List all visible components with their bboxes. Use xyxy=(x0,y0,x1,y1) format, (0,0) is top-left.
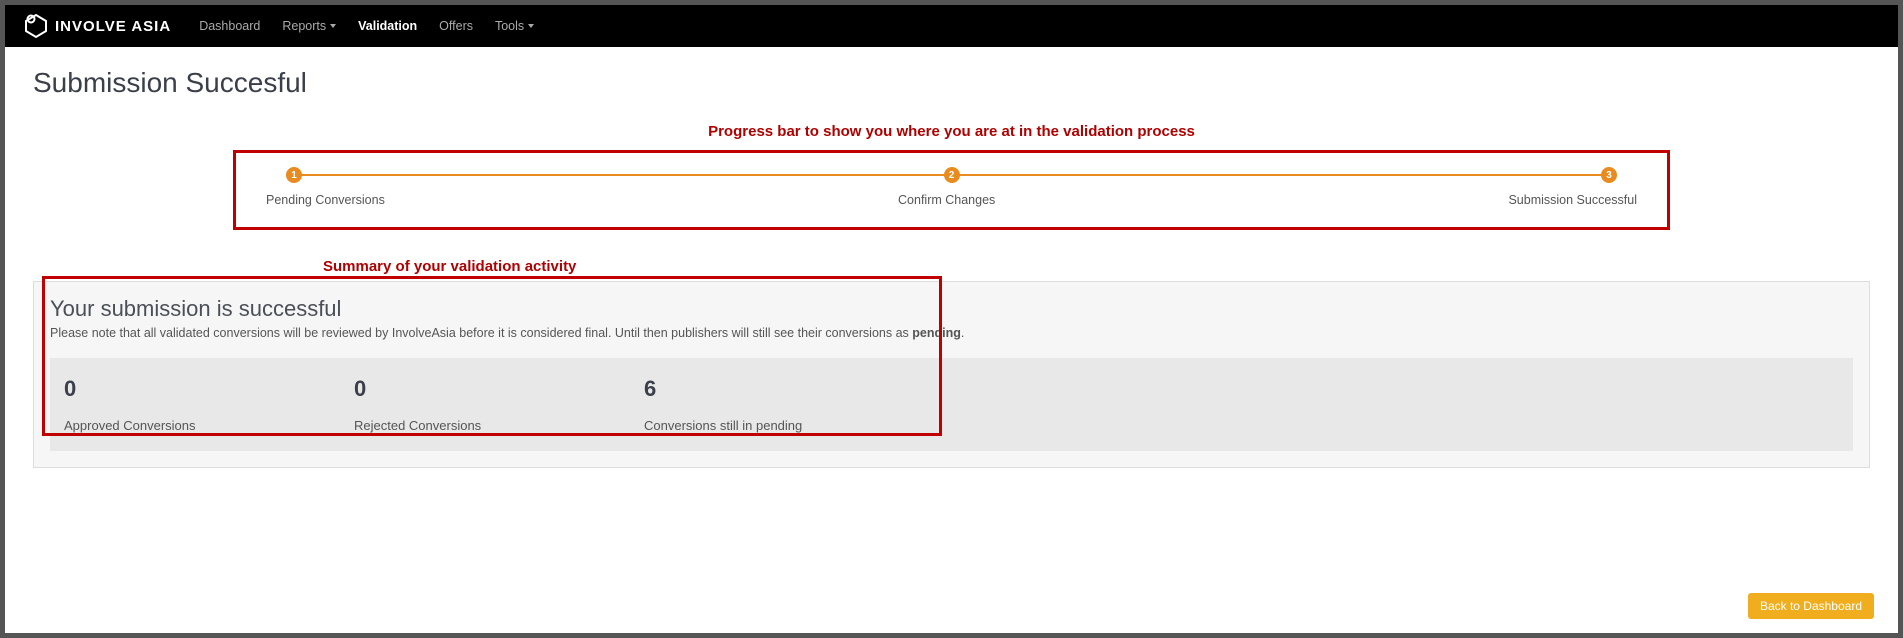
brand-logo[interactable]: INVOLVE ASIA xyxy=(23,13,171,39)
summary-panel: Your submission is successful Please not… xyxy=(33,281,1870,468)
stat-approved: 0 Approved Conversions xyxy=(64,376,354,433)
stat-rejected: 0 Rejected Conversions xyxy=(354,376,644,433)
stat-label: Approved Conversions xyxy=(64,418,354,433)
nav-offers[interactable]: Offers xyxy=(439,19,473,33)
summary-title: Your submission is successful xyxy=(50,296,1853,322)
nav-label: Reports xyxy=(282,19,326,33)
summary-note-text: Please note that all validated conversio… xyxy=(50,326,912,340)
page-title: Submission Succesful xyxy=(33,67,1870,99)
progress-label-1: Pending Conversions xyxy=(266,193,385,207)
progress-step-3: 3 xyxy=(1601,167,1617,183)
stat-value: 0 xyxy=(354,376,644,402)
annotation-progress: Progress bar to show you where you are a… xyxy=(33,123,1870,140)
summary-note-post: . xyxy=(961,326,964,340)
step-number: 3 xyxy=(1606,170,1612,181)
progress-step-1: 1 xyxy=(286,167,302,183)
top-navigation: INVOLVE ASIA Dashboard Reports Validatio… xyxy=(5,5,1898,47)
back-to-dashboard-button[interactable]: Back to Dashboard xyxy=(1748,593,1874,619)
progress-step-2: 2 xyxy=(944,167,960,183)
nav-menu: Dashboard Reports Validation Offers Tool… xyxy=(199,19,534,33)
stat-pending: 6 Conversions still in pending xyxy=(644,376,934,433)
step-number: 2 xyxy=(949,170,955,181)
nav-label: Tools xyxy=(495,19,524,33)
nav-dashboard[interactable]: Dashboard xyxy=(199,19,260,33)
summary-note-bold: pending xyxy=(912,326,961,340)
caret-down-icon xyxy=(528,24,534,28)
nav-label: Dashboard xyxy=(199,19,260,33)
progress-labels: Pending Conversions Confirm Changes Subm… xyxy=(266,193,1637,207)
step-number: 1 xyxy=(291,170,297,181)
nav-tools[interactable]: Tools xyxy=(495,19,534,33)
nav-validation[interactable]: Validation xyxy=(358,19,417,33)
progress-label-3: Submission Successful xyxy=(1508,193,1637,207)
stat-value: 6 xyxy=(644,376,934,402)
progress-bar-container: 1 2 3 Pending Conversions Confirm Change… xyxy=(233,150,1670,230)
progress-label-2: Confirm Changes xyxy=(898,193,995,207)
nav-reports[interactable]: Reports xyxy=(282,19,336,33)
brand-text: INVOLVE ASIA xyxy=(55,18,171,35)
progress-line: 1 2 3 xyxy=(294,167,1609,183)
caret-down-icon xyxy=(330,24,336,28)
stat-label: Rejected Conversions xyxy=(354,418,644,433)
stats-row: 0 Approved Conversions 0 Rejected Conver… xyxy=(50,358,1853,451)
summary-note: Please note that all validated conversio… xyxy=(50,326,1853,340)
stat-label: Conversions still in pending xyxy=(644,418,934,433)
nav-label: Validation xyxy=(358,19,417,33)
page-content: Submission Succesful Progress bar to sho… xyxy=(5,47,1898,633)
logo-icon xyxy=(23,13,49,39)
nav-label: Offers xyxy=(439,19,473,33)
stat-value: 0 xyxy=(64,376,354,402)
annotation-summary: Summary of your validation activity xyxy=(323,258,1870,275)
